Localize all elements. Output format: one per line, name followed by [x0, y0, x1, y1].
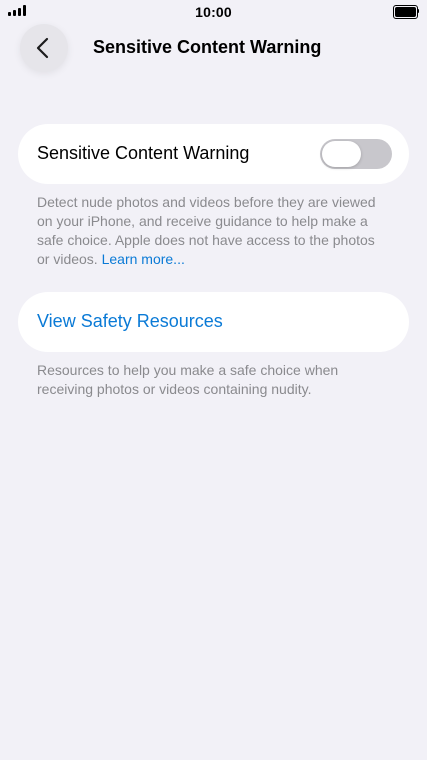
status-bar: 10:00 — [0, 0, 427, 24]
learn-more-link[interactable]: Learn more... — [102, 251, 185, 267]
view-safety-resources-row[interactable]: View Safety Resources — [18, 292, 409, 352]
status-time: 10:00 — [195, 4, 232, 20]
sensitive-content-description: Detect nude photos and videos before the… — [37, 194, 376, 267]
sensitive-content-warning-switch[interactable] — [320, 139, 392, 169]
switch-knob — [322, 141, 361, 167]
chevron-left-icon — [36, 37, 49, 59]
battery-icon — [393, 5, 419, 19]
back-button[interactable] — [20, 24, 68, 72]
sensitive-content-warning-row: Sensitive Content Warning — [18, 124, 409, 184]
view-safety-resources-link[interactable]: View Safety Resources — [37, 311, 223, 332]
safety-resources-footer: Resources to help you make a safe choice… — [37, 362, 339, 397]
sensitive-content-footer: Detect nude photos and videos before the… — [37, 193, 382, 269]
page-title: Sensitive Content Warning — [93, 37, 322, 57]
sensitive-content-warning-label: Sensitive Content Warning — [37, 143, 250, 163]
